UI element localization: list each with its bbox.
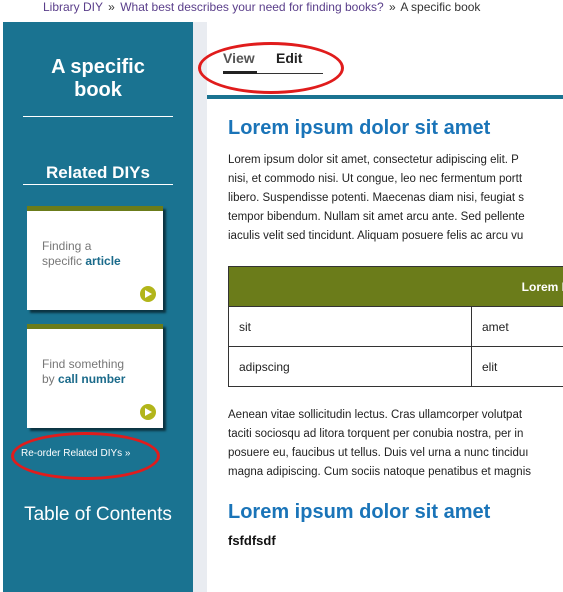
- breadcrumb-separator: »: [108, 0, 115, 14]
- arrow-right-icon[interactable]: [140, 404, 156, 420]
- sidebar-divider: [23, 116, 173, 117]
- paragraph-line: posuere eu, faucibus ut tellus. Duis vel…: [228, 447, 529, 459]
- card-text-prefix: by: [42, 372, 59, 386]
- paragraph-line: Lorem ipsum dolor sit amet, consectetur …: [228, 154, 519, 166]
- paragraph-line: taciti sociosqu ad litora torquent per c…: [228, 428, 524, 440]
- table-header-row: Lorem I: [228, 266, 563, 307]
- main-content: Lorem ipsum dolor sit amet Lorem ipsum d…: [207, 99, 563, 592]
- content-gutter: [193, 22, 207, 592]
- table-cell: sit: [228, 306, 472, 347]
- sidebar-divider: [23, 184, 173, 185]
- related-diy-card-call-number[interactable]: Find something by call number: [27, 324, 163, 428]
- breadcrumb-current: A specific book: [400, 0, 481, 14]
- reorder-related-diys-link[interactable]: Re-order Related DIYs »: [21, 448, 131, 459]
- paragraph-line: iaculis velit sed tincidunt. Aliquam pos…: [228, 230, 524, 242]
- card-text-line1: Finding a: [42, 239, 92, 253]
- card-text-line2: specific article: [42, 254, 121, 269]
- paragraph-line: nisi, et commodo nisi. Ut congue, leo ne…: [228, 173, 523, 185]
- sidebar: A specific book Related DIYs Finding a s…: [3, 22, 193, 592]
- content-table: Lorem I sit amet adipscing elit: [228, 266, 563, 387]
- related-diy-card-finding-article[interactable]: Finding a specific article: [27, 206, 163, 310]
- related-diys-heading: Related DIYs: [46, 163, 150, 182]
- card-text: Finding a specific article: [42, 239, 121, 269]
- active-tab-indicator: [223, 71, 257, 74]
- paragraph-line: tempor bibendum. Nullam sit amet arcu an…: [228, 211, 525, 223]
- paragraph-line: Aenean vitae sollicitudin lectus. Cras u…: [228, 409, 523, 421]
- tab-edit[interactable]: Edit: [276, 50, 302, 66]
- table-of-contents-link[interactable]: Table of Contents: [3, 504, 193, 526]
- content-small-text: fsfdfsdf: [228, 533, 276, 548]
- table-row: sit amet: [228, 306, 563, 347]
- card-text-keyword: article: [85, 254, 121, 268]
- sidebar-title-line2: book: [74, 79, 122, 101]
- card-text-line1: Find something: [42, 357, 125, 371]
- arrow-right-icon[interactable]: [140, 286, 156, 302]
- table-row: adipscing elit: [228, 346, 563, 387]
- table-header-cell: Lorem I: [228, 266, 563, 307]
- table-cell: amet: [471, 306, 563, 347]
- tab-view[interactable]: View: [223, 50, 255, 66]
- breadcrumb-separator: »: [389, 0, 396, 14]
- card-text-prefix: specific: [42, 254, 86, 268]
- content-heading-2: Lorem ipsum dolor sit amet: [228, 501, 491, 523]
- breadcrumb: Library DIY » What best describes your n…: [43, 0, 480, 16]
- paragraph-2: Aenean vitae sollicitudin lectus. Cras u…: [228, 406, 563, 482]
- paragraph-1: Lorem ipsum dolor sit amet, consectetur …: [228, 151, 563, 246]
- card-text: Find something by call number: [42, 357, 125, 387]
- breadcrumb-link-finding-books[interactable]: What best describes your need for findin…: [120, 0, 383, 14]
- content-heading-1: Lorem ipsum dolor sit amet: [228, 117, 491, 139]
- card-text-line2: by call number: [42, 372, 125, 387]
- paragraph-line: magna adipiscing. Cum sociis natoque pen…: [228, 466, 532, 478]
- breadcrumb-link-library-diy[interactable]: Library DIY: [43, 0, 103, 14]
- sidebar-title-line1: A specific: [51, 56, 145, 78]
- sidebar-title: A specific book: [3, 56, 193, 102]
- view-edit-tabs: View Edit: [223, 50, 323, 74]
- card-text-keyword: call number: [58, 372, 126, 386]
- table-cell: adipscing: [228, 346, 472, 387]
- table-cell: elit: [471, 346, 563, 387]
- paragraph-line: libero. Suspendisse potenti. Maecenas di…: [228, 192, 524, 204]
